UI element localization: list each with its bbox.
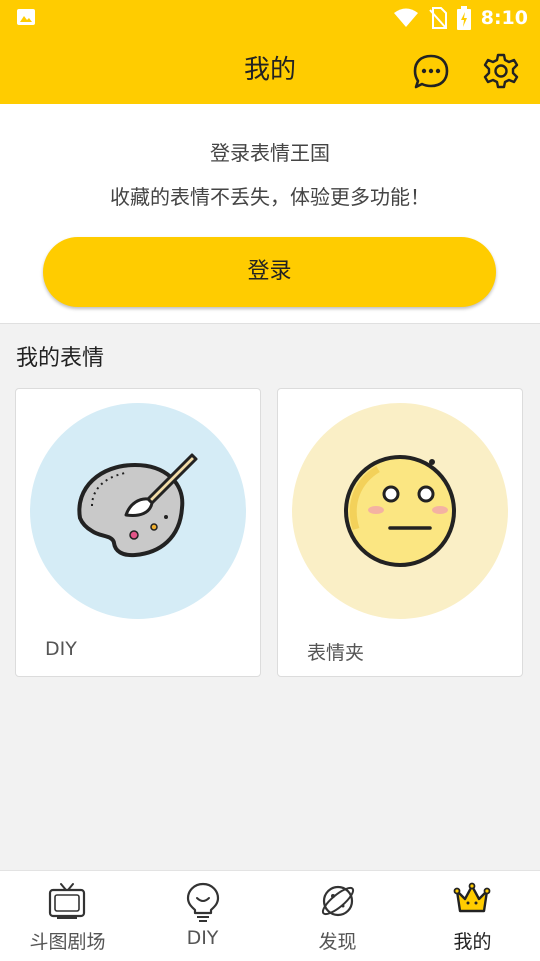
emoticon-folder-card-label: 表情夹: [307, 642, 365, 664]
crown-icon: [453, 882, 491, 913]
planet-icon: [321, 885, 355, 917]
tab-discover[interactable]: 发现: [270, 871, 405, 961]
login-prompt-subtitle: 收藏的表情不丢失，体验更多功能！: [110, 185, 430, 209]
login-panel: 登录表情王国 收藏的表情不丢失，体验更多功能！ 登录: [0, 104, 540, 324]
diy-card-icon-bg: [30, 403, 246, 619]
status-bar: 8:10: [0, 0, 540, 36]
login-button[interactable]: 登录: [43, 237, 496, 307]
wifi-icon: [393, 8, 418, 27]
bottom-tab-bar: 斗图剧场 DIY 发现 我的: [0, 870, 540, 961]
diy-card[interactable]: DIY: [15, 388, 261, 677]
page-title: 我的: [243, 55, 296, 85]
lightbulb-icon: [186, 882, 220, 922]
my-emoticons-title: 我的表情: [16, 346, 105, 371]
message-icon[interactable]: [412, 52, 450, 90]
palette-icon: [77, 453, 198, 558]
no-sim-icon: [428, 7, 447, 29]
tab-theater-label: 斗图剧场: [29, 931, 106, 953]
login-prompt-title: 登录表情王国: [210, 141, 330, 165]
tab-discover-label: 发现: [318, 931, 357, 953]
tab-diy-label: DIY: [186, 927, 219, 949]
status-time: 8:10: [480, 7, 528, 29]
tab-diy[interactable]: DIY: [135, 871, 270, 961]
tv-icon: [48, 883, 86, 919]
emoticon-folder-card[interactable]: 表情夹: [277, 388, 523, 677]
neutral-face-icon: [344, 455, 456, 567]
tab-mine-label: 我的: [453, 931, 492, 953]
settings-gear-icon[interactable]: [482, 52, 520, 90]
emoticon-folder-icon-bg: [292, 403, 508, 619]
app-bar: 我的: [0, 36, 540, 104]
battery-charging-icon: [456, 6, 471, 30]
image-notification-icon: [17, 9, 35, 25]
tab-mine[interactable]: 我的: [405, 871, 540, 961]
diy-card-label: DIY: [45, 638, 77, 660]
tab-theater[interactable]: 斗图剧场: [0, 871, 135, 961]
